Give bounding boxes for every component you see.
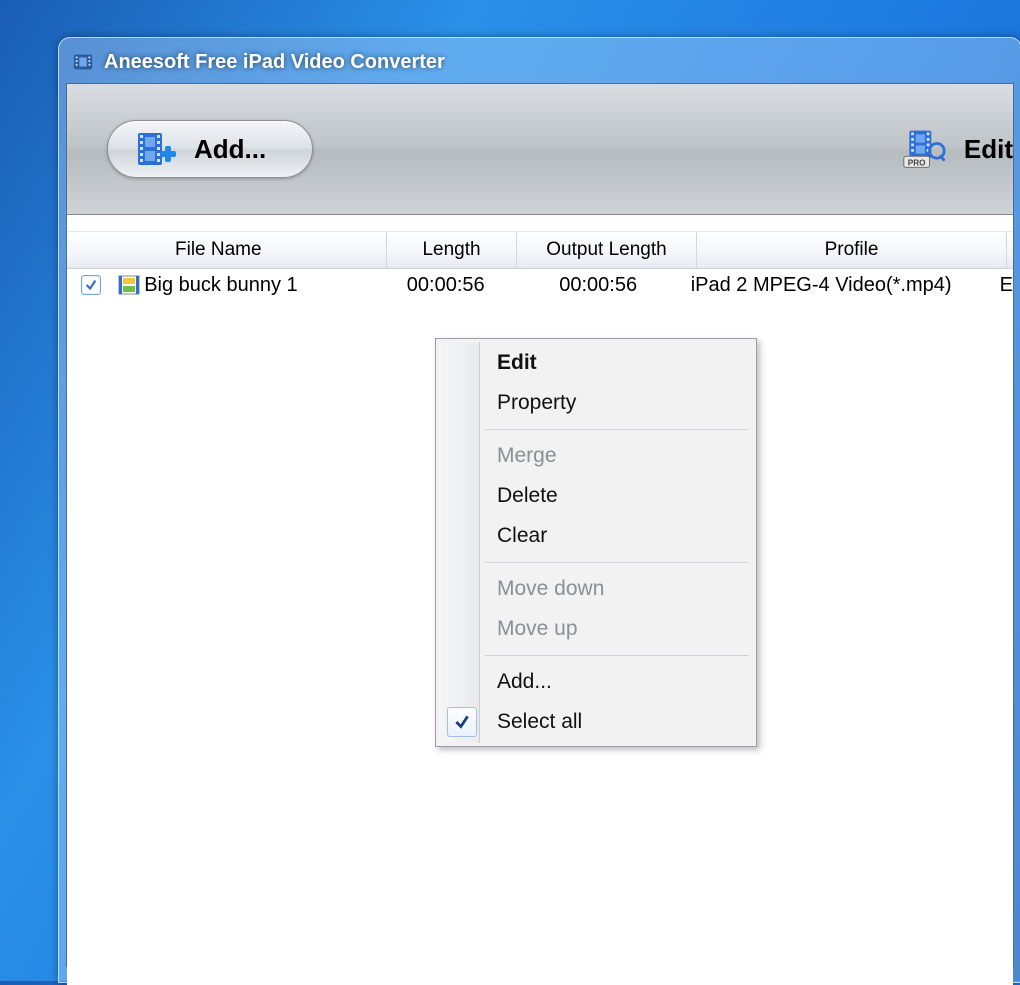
- app-icon: [72, 51, 94, 73]
- menu-item-clear[interactable]: Clear: [439, 516, 753, 556]
- row-output-length: 00:00:56: [510, 274, 687, 297]
- row-profile: iPad 2 MPEG-4 Video(*.mp4): [687, 274, 992, 297]
- menu-item-label: Select all: [497, 710, 582, 734]
- menu-item-label: Add...: [497, 670, 552, 694]
- col-checkbox[interactable]: [67, 232, 115, 268]
- menu-item-label: Merge: [497, 444, 557, 468]
- row-filename: Big buck bunny 1: [144, 274, 297, 297]
- menu-item-edit[interactable]: Edit: [439, 343, 753, 383]
- video-file-icon: [118, 274, 140, 296]
- menu-item-label: Move up: [497, 617, 578, 641]
- menu-item-select-all[interactable]: Select all: [439, 702, 753, 742]
- context-menu: Edit Property Merge Delete Clear Move do…: [435, 338, 757, 747]
- menu-item-add[interactable]: Add...: [439, 662, 753, 702]
- menu-item-merge: Merge: [439, 436, 753, 476]
- window-title: Aneesoft Free iPad Video Converter: [104, 51, 445, 74]
- menu-item-label: Delete: [497, 484, 558, 508]
- menu-separator: [485, 655, 749, 656]
- menu-item-label: Clear: [497, 524, 547, 548]
- add-button[interactable]: Add...: [107, 120, 313, 178]
- table-header: File Name Length Output Length Profile: [67, 232, 1013, 269]
- menu-item-delete[interactable]: Delete: [439, 476, 753, 516]
- col-profile[interactable]: Profile: [697, 232, 1007, 268]
- check-icon: [447, 707, 477, 737]
- table-row[interactable]: Big buck bunny 1 00:00:56 00:00:56 iPad …: [67, 269, 1013, 301]
- menu-item-move-down: Move down: [439, 569, 753, 609]
- menu-item-label: Edit: [497, 351, 537, 375]
- toolbar: Add... PRO Edit: [67, 84, 1013, 215]
- add-button-label: Add...: [194, 134, 266, 165]
- film-pro-icon: PRO: [902, 127, 946, 171]
- menu-item-label: Move down: [497, 577, 604, 601]
- edit-button-label: Edit: [964, 134, 1013, 165]
- row-checkbox[interactable]: [81, 275, 101, 295]
- menu-item-property[interactable]: Property: [439, 383, 753, 423]
- titlebar[interactable]: Aneesoft Free iPad Video Converter: [66, 45, 1014, 83]
- row-trailing: E: [992, 274, 1013, 297]
- svg-text:PRO: PRO: [908, 159, 926, 168]
- toolbar-spacer: [67, 215, 1013, 232]
- menu-item-label: Property: [497, 391, 576, 415]
- col-length[interactable]: Length: [387, 232, 517, 268]
- menu-separator: [485, 429, 749, 430]
- menu-item-move-up: Move up: [439, 609, 753, 649]
- row-length: 00:00:56: [382, 274, 510, 297]
- col-output-length[interactable]: Output Length: [517, 232, 697, 268]
- film-plus-icon: [136, 129, 176, 169]
- menu-separator: [485, 562, 749, 563]
- edit-button[interactable]: PRO Edit: [902, 127, 1013, 171]
- col-filename[interactable]: File Name: [115, 232, 387, 268]
